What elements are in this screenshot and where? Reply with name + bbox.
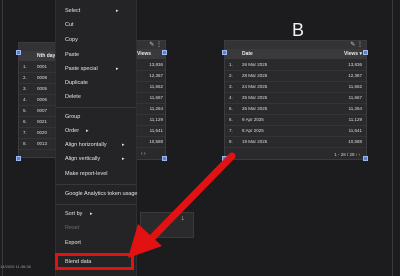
arrow-shaft — [146, 152, 236, 244]
annotation-arrow — [128, 152, 236, 258]
